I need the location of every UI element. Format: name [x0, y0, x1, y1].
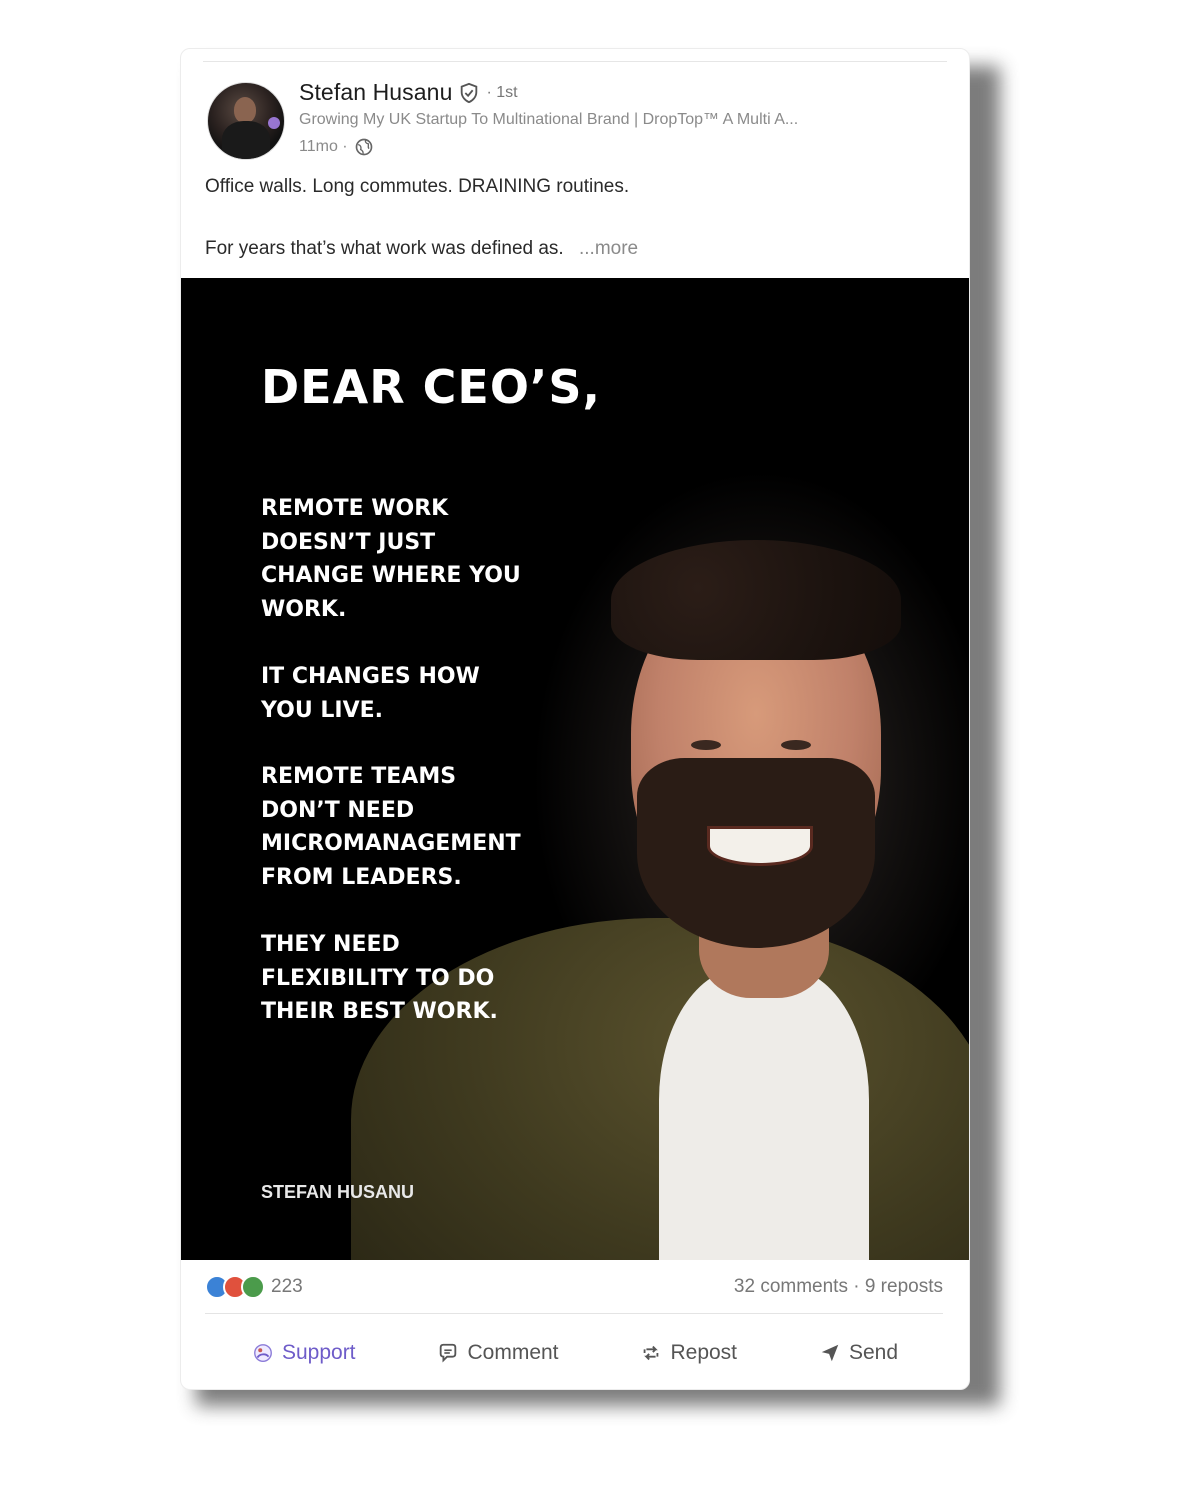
post-time: 11mo · — [299, 138, 348, 155]
comment-label: Comment — [467, 1341, 559, 1364]
linkedin-post-card: Stefan Husanu · 1st Growing My UK Startu… — [180, 48, 970, 1390]
comment-button[interactable]: Comment — [437, 1341, 559, 1365]
repost-icon — [644, 1345, 659, 1361]
author-avatar[interactable] — [207, 82, 285, 160]
reactions-count: 223 — [271, 1276, 303, 1297]
support-label: Support — [281, 1341, 356, 1364]
author-headline: Growing My UK Startup To Multinational B… — [299, 111, 799, 128]
repost-label: Repost — [670, 1341, 738, 1364]
connection-degree: · 1st — [486, 83, 518, 101]
author-name[interactable]: Stefan Husanu — [299, 79, 452, 106]
comments-reposts-count[interactable]: 32 comments · 9 reposts — [734, 1276, 943, 1298]
verified-icon — [461, 82, 478, 103]
post-text-line-2-content: For years that’s what work was defined a… — [205, 238, 564, 259]
post-meta: 11mo · — [299, 137, 374, 157]
send-label: Send — [848, 1341, 899, 1364]
reactions-summary[interactable]: 223 — [205, 1275, 303, 1299]
post-text-line-2: For years that’s what work was defined a… — [205, 238, 638, 260]
image-text-block-4: THEY NEED FLEXIBILITY TO DO THEIR BEST W… — [261, 932, 498, 1024]
avatar-light — [268, 117, 280, 129]
actions-divider — [205, 1313, 943, 1314]
send-icon — [821, 1344, 839, 1362]
image-text-block-2: IT CHANGES HOW YOU LIVE. — [261, 664, 480, 723]
support-reaction-icon — [241, 1275, 265, 1299]
portrait-shirt — [659, 968, 869, 1260]
image-text-block-1: REMOTE WORK DOESN’T JUST CHANGE WHERE YO… — [261, 496, 521, 622]
image-headline: DEAR CEO’S, — [261, 360, 602, 414]
portrait-eye-right — [781, 740, 811, 750]
action-bar: Support Comment Repost Send — [181, 1333, 969, 1373]
send-button[interactable]: Send — [819, 1341, 898, 1365]
support-button[interactable]: Support — [252, 1341, 356, 1365]
social-counts: 223 32 comments · 9 reposts — [205, 1271, 943, 1303]
portrait-smile — [707, 826, 813, 866]
avatar-body — [222, 121, 270, 159]
post-text-line-1: Office walls. Long commutes. DRAINING ro… — [205, 176, 630, 197]
globe-icon — [355, 138, 372, 156]
support-icon — [254, 1344, 272, 1362]
repost-button[interactable]: Repost — [640, 1341, 737, 1365]
image-text-block-3: REMOTE TEAMS DON’T NEED MICROMANAGEMENT … — [261, 764, 521, 890]
author-name-row: Stefan Husanu · 1st — [299, 79, 518, 106]
portrait-eye-left — [691, 740, 721, 750]
top-divider — [203, 61, 947, 62]
comment-icon — [440, 1343, 457, 1363]
portrait-hair — [611, 540, 901, 660]
image-signature: STEFAN HUSANU — [261, 1182, 415, 1202]
avatar-head — [234, 97, 256, 123]
post-image[interactable]: DEAR CEO’S, REMOTE WORK DOESN’T JUST CHA… — [181, 278, 969, 1260]
see-more-link[interactable]: ...more — [579, 238, 638, 259]
